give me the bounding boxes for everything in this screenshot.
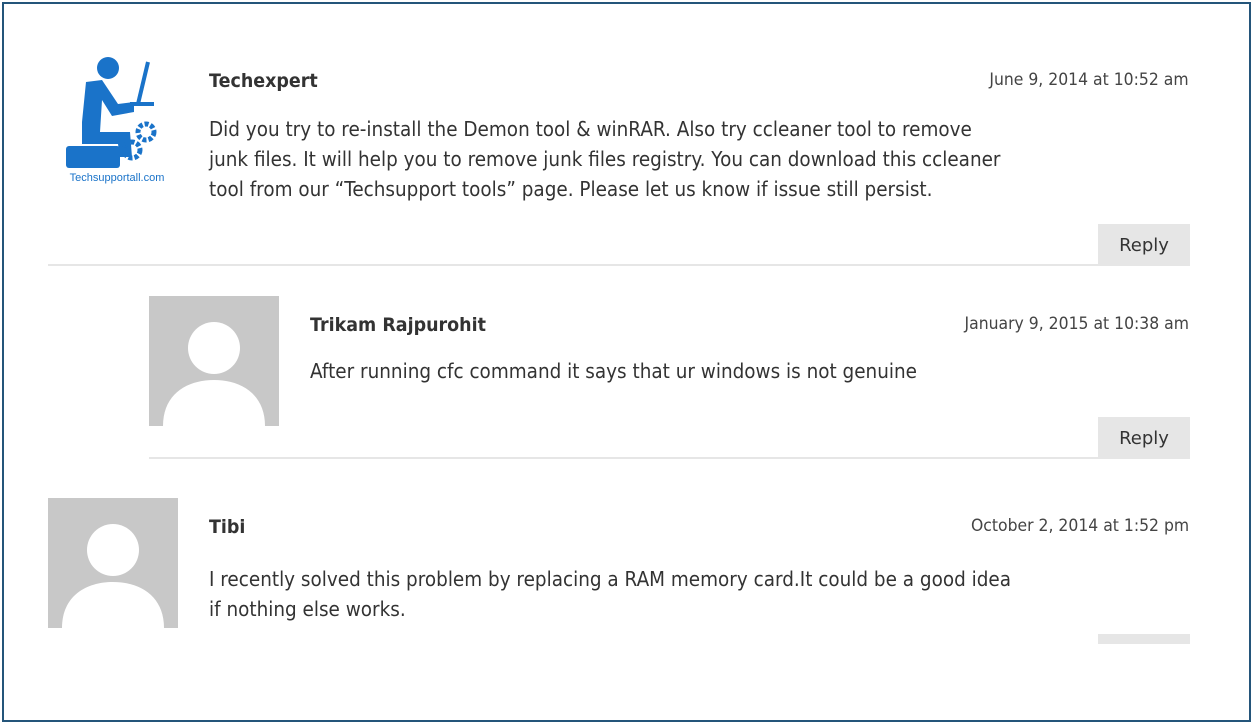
default-avatar-icon: [48, 498, 178, 628]
comment-date[interactable]: October 2, 2014 at 1:52 pm: [971, 516, 1189, 536]
comment-author[interactable]: Techexpert: [209, 70, 318, 92]
default-avatar-icon: [149, 296, 279, 426]
comment-text-line: if nothing else works.: [209, 597, 406, 621]
comment-divider: [48, 264, 1190, 266]
comment-text-line: tool from our “Techsupport tools” page. …: [209, 177, 933, 201]
comment-text-line: After running cfc command it says that u…: [310, 359, 917, 383]
comment-date[interactable]: June 9, 2014 at 10:52 am: [990, 70, 1189, 90]
comment-text-line: I recently solved this problem by replac…: [209, 567, 1012, 591]
techsupport-logo-icon: Techsupportall.com: [52, 52, 182, 187]
comment-date[interactable]: January 9, 2015 at 10:38 am: [965, 314, 1189, 334]
comment-text-line: Did you try to re-install the Demon tool…: [209, 117, 972, 141]
comment-text: After running cfc command it says that u…: [310, 356, 917, 386]
comment-author[interactable]: Trikam Rajpurohit: [310, 314, 486, 336]
comment-text: Did you try to re-install the Demon tool…: [209, 114, 1000, 204]
logo-caption: Techsupportall.com: [69, 172, 165, 184]
comment-text-line: junk files. It will help you to remove j…: [209, 147, 1001, 171]
reply-button[interactable]: [1098, 634, 1190, 644]
comment-divider: [149, 457, 1190, 459]
reply-button[interactable]: Reply: [1098, 417, 1190, 459]
reply-button[interactable]: Reply: [1098, 224, 1190, 266]
comment-author[interactable]: Tibi: [209, 516, 245, 538]
comment-text: I recently solved this problem by replac…: [209, 564, 1011, 624]
